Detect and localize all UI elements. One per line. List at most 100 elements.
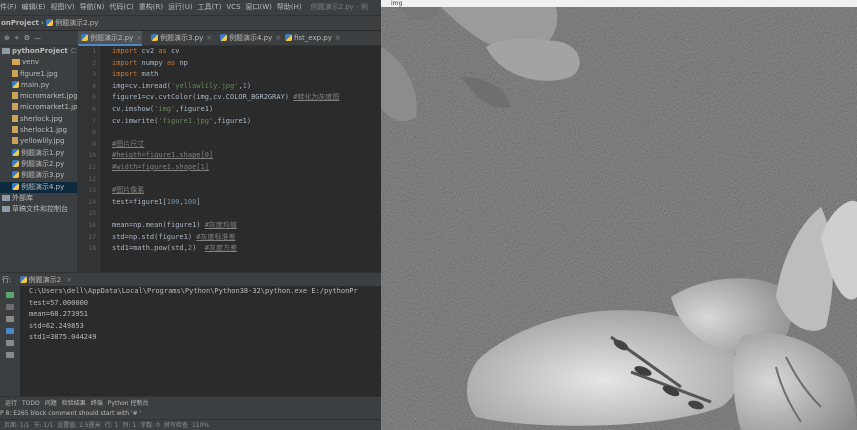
menu-item[interactable]: 帮助(H) (277, 3, 302, 11)
close-icon[interactable]: × (136, 34, 142, 42)
status-item: 设置值: 2.5厘米 (57, 422, 101, 429)
menu-item[interactable]: 视图(V) (50, 3, 74, 11)
run-tool-header: 行: 例题演示2 × (0, 272, 381, 286)
project-tree-item[interactable]: micromarket.jpg (0, 91, 77, 102)
project-tree-item[interactable]: main.py (0, 80, 77, 91)
code-line[interactable]: import cv2 as cv (112, 46, 381, 58)
trash-icon[interactable] (6, 352, 14, 358)
close-icon[interactable]: × (335, 34, 341, 42)
breadcrumb-project[interactable]: onProject (1, 19, 39, 27)
python-file-icon (12, 80, 19, 88)
project-tool-button[interactable]: ⊕ (4, 34, 10, 42)
project-tree-item[interactable]: pythonProjectC:\p (0, 46, 77, 57)
run-console[interactable]: C:\Users\dell\AppData\Local\Programs\Pyt… (20, 286, 381, 396)
line-number: 9 (92, 139, 96, 148)
code-area[interactable]: import cv2 as cv import numpy as np import… (112, 46, 381, 255)
menu-bar: 件(F) 编辑(E) 视图(V) 导航(N) 代码(C) 重构(R) 运行(U) 工具(T) V… (0, 0, 381, 15)
rerun-icon[interactable] (6, 292, 14, 298)
menu-item[interactable]: 件(F) (0, 3, 17, 11)
image-window-title: img (381, 0, 857, 7)
menu-item[interactable]: 代码(C) (109, 3, 133, 11)
image-file-icon (12, 103, 18, 111)
bottom-tool-tab[interactable]: TODO (22, 400, 40, 407)
project-tree-item[interactable]: 例题演示1.py (0, 148, 77, 159)
menu-item[interactable]: 运行(U) (168, 3, 193, 11)
python-file-icon (12, 171, 19, 179)
scroll-end-icon[interactable] (6, 328, 14, 334)
menu-item[interactable]: 窗口(W) (246, 3, 272, 11)
code-line[interactable]: img=cv.imread('yellowlily.jpg',1) (112, 81, 381, 93)
close-icon[interactable]: × (66, 276, 72, 284)
code-line[interactable]: #width=figure1.shape[1] (112, 162, 381, 174)
status-item: 字数: 0 (140, 422, 160, 429)
bottom-tool-tab[interactable]: 检验结果 (62, 400, 86, 407)
image-file-icon (12, 114, 18, 122)
code-line[interactable]: #图片尺寸 (112, 139, 381, 151)
bottom-tool-tab[interactable]: 问题 (45, 400, 57, 407)
close-icon[interactable]: × (206, 34, 212, 42)
project-tree-item[interactable]: micromarket1.jp (0, 102, 77, 113)
code-line[interactable] (112, 208, 381, 220)
project-tree-item[interactable]: yellowlily.jpg (0, 136, 77, 147)
project-tree-item[interactable]: sherlock.jpg (0, 114, 77, 125)
project-tool-button[interactable]: ÷ (14, 34, 20, 42)
project-tree-label: venv (22, 58, 40, 67)
editor-tab-label: 例题演示2.py (90, 34, 134, 42)
menu-item[interactable]: VCS (226, 3, 240, 11)
menu-item[interactable]: 工具(T) (198, 3, 222, 11)
bottom-tool-tab[interactable]: 运行 (5, 400, 17, 407)
python-file-icon (12, 159, 19, 167)
project-tree-item[interactable]: 草稿文件和控制台 (0, 204, 77, 215)
editor-tab[interactable]: fist_exp.py × (282, 31, 341, 46)
code-line[interactable] (112, 127, 381, 139)
code-line[interactable]: #heigth=figure1.shape[0] (112, 150, 381, 162)
code-line[interactable]: mean=np.mean(figure1) #灰度均值 (112, 220, 381, 232)
close-icon[interactable]: × (275, 34, 281, 42)
code-line[interactable]: std=np.std(figure1) #灰度标准差 (112, 232, 381, 244)
image-file-icon (12, 126, 18, 134)
code-line[interactable]: test=figure1[100,100] (112, 197, 381, 209)
editor-tab-label: 例题演示3.py (160, 34, 204, 42)
code-line[interactable]: figure1=cv.cvtColor(img,cv.COLOR_BGR2GRA… (112, 92, 381, 104)
code-line[interactable]: import math (112, 69, 381, 81)
menu-item[interactable]: 编辑(E) (22, 3, 46, 11)
menu-item[interactable]: 导航(N) (80, 3, 105, 11)
project-tree-item[interactable]: 例题演示3.py (0, 170, 77, 181)
line-number: 5 (92, 93, 96, 102)
run-side-toolbar (0, 286, 20, 396)
bottom-tool-tab[interactable]: 终端 (91, 400, 103, 407)
project-tree-item[interactable]: figure1.jpg (0, 69, 77, 80)
line-number: 14 (88, 197, 96, 206)
python-file-icon (12, 182, 19, 190)
editor-tab[interactable]: 例题演示2.py × (78, 31, 143, 46)
project-tree-label: micromarket.jpg (20, 92, 77, 101)
code-line[interactable]: cv.imwrite('figure1.jpg',figure1) (112, 116, 381, 128)
project-tree-item[interactable]: 例题演示2.py (0, 159, 77, 170)
image-file-icon (12, 92, 18, 100)
project-tree-item[interactable]: 例题演示4.py (0, 181, 77, 193)
code-line[interactable]: import numpy as np (112, 58, 381, 70)
editor-tab[interactable]: 例题演示3.py × (148, 31, 212, 46)
code-editor[interactable]: 1 2 3 4 5 6 7 8 9 10 11 12 13 14 15 16 17 18 import cv2 a… (78, 46, 381, 272)
project-tree-item[interactable]: sherlock1.jpg (0, 125, 77, 136)
line-number: 1 (92, 47, 96, 55)
breadcrumb-file[interactable]: 例题演示2.py (55, 19, 98, 27)
soft-wrap-icon[interactable] (6, 316, 14, 322)
print-icon[interactable] (6, 340, 14, 346)
code-line[interactable]: std1=math.pow(std,2) #灰度方差 (112, 243, 381, 255)
project-tree-label: 例题演示4.py (21, 182, 65, 191)
project-tool-button[interactable]: ⚙ (24, 34, 30, 42)
menu-item[interactable]: 重构(R) (139, 3, 163, 11)
editor-tab[interactable]: 例题演示4.py × (217, 31, 281, 46)
code-line[interactable]: cv.imshow('img',figure1) (112, 104, 381, 116)
code-line[interactable]: #图片像素 (112, 185, 381, 197)
stop-icon[interactable] (6, 304, 14, 310)
code-line[interactable] (112, 174, 381, 186)
project-tree-item[interactable]: 外部库 (0, 193, 77, 204)
project-tool-button[interactable]: — (34, 34, 41, 42)
run-tab-label[interactable]: 例题演示2 (29, 276, 61, 284)
bottom-tool-tab[interactable]: Python 控制台 (108, 400, 149, 407)
project-tree-item[interactable]: venv (0, 57, 77, 68)
line-number: 11 (88, 162, 96, 171)
scratch-icon (2, 206, 10, 213)
